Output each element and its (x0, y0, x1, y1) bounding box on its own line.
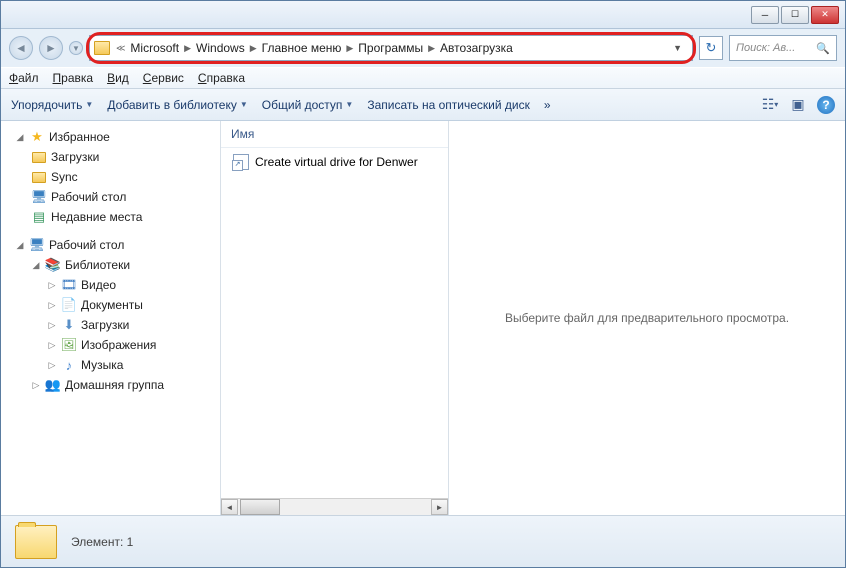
menu-edit[interactable]: Правка (53, 71, 94, 85)
search-placeholder: Поиск: Ав... (736, 42, 795, 54)
document-icon: 📄 (61, 297, 77, 313)
crumb-mainmenu[interactable]: Главное меню (259, 39, 345, 57)
folder-icon (94, 41, 110, 55)
collapse-icon[interactable]: ◢ (15, 240, 25, 251)
close-button[interactable]: ✕ (811, 6, 839, 24)
toolbar-overflow[interactable]: » (544, 98, 551, 112)
status-text: Элемент: 1 (71, 535, 133, 549)
preview-pane-button[interactable]: ▣ (789, 96, 807, 114)
sidebar-music[interactable]: ▷ ♪ Музыка (1, 355, 220, 375)
collapse-icon[interactable]: ◢ (31, 260, 41, 271)
expand-icon[interactable]: ▷ (47, 300, 57, 311)
minimize-button[interactable]: ─ (751, 6, 779, 24)
maximize-button[interactable]: ☐ (781, 6, 809, 24)
menu-file[interactable]: Файл (9, 71, 39, 85)
history-dropdown[interactable]: ▼ (69, 41, 83, 55)
refresh-button[interactable]: ↻ (699, 36, 723, 60)
sidebar-sync[interactable]: Sync (1, 167, 220, 187)
sidebar-downloads2[interactable]: ▷ ⬇ Загрузки (1, 315, 220, 335)
file-list-pane: Имя Create virtual drive for Denwer ◄ ► (221, 121, 449, 515)
sidebar-recent[interactable]: ▤ Недавние места (1, 207, 220, 227)
chevron-right-icon[interactable]: ▶ (426, 43, 437, 54)
scroll-left-button[interactable]: ◄ (221, 499, 238, 515)
video-icon: 🎞 (61, 277, 77, 293)
desktop-icon: 🖥 (31, 189, 47, 205)
folder-icon (15, 525, 57, 559)
music-icon: ♪ (61, 357, 77, 373)
content-area: ◢ ★ Избранное Загрузки Sync 🖥 Рабочий ст… (1, 121, 845, 515)
sidebar-video[interactable]: ▷ 🎞 Видео (1, 275, 220, 295)
sidebar-desktop-root[interactable]: ◢ 🖥 Рабочий стол (1, 235, 220, 255)
recent-icon: ▤ (31, 209, 47, 225)
burn-button[interactable]: Записать на оптический диск (367, 98, 530, 112)
preview-placeholder: Выберите файл для предварительного просм… (505, 311, 789, 325)
menu-tools[interactable]: Сервис (143, 71, 184, 85)
homegroup-icon: 👥 (45, 377, 61, 393)
menu-view[interactable]: Вид (107, 71, 129, 85)
forward-button[interactable]: ► (39, 36, 63, 60)
address-dropdown[interactable]: ▼ (667, 43, 688, 53)
address-bar[interactable]: ≪ Microsoft ▶ Windows ▶ Главное меню ▶ П… (89, 35, 693, 61)
library-icon: 📚 (45, 257, 61, 273)
file-list[interactable]: Create virtual drive for Denwer (221, 148, 448, 498)
scroll-right-button[interactable]: ► (431, 499, 448, 515)
chevron-right-icon[interactable]: ▶ (248, 43, 259, 54)
titlebar: ─ ☐ ✕ (1, 1, 845, 29)
expand-icon[interactable]: ▷ (47, 280, 57, 291)
sidebar-homegroup[interactable]: ▷ 👥 Домашняя группа (1, 375, 220, 395)
help-icon[interactable]: ? (817, 96, 835, 114)
back-button[interactable]: ◄ (9, 36, 33, 60)
expand-icon[interactable]: ▷ (31, 380, 41, 391)
crumb-programs[interactable]: Программы (355, 39, 426, 57)
expand-icon[interactable]: ▷ (47, 360, 57, 371)
sidebar-documents[interactable]: ▷ 📄 Документы (1, 295, 220, 315)
desktop-icon: 🖥 (29, 237, 45, 253)
sidebar-images[interactable]: ▷ 🖼 Изображения (1, 335, 220, 355)
folder-icon (31, 169, 47, 185)
crumb-root-sep[interactable]: ≪ (114, 43, 127, 54)
sidebar-desktop[interactable]: 🖥 Рабочий стол (1, 187, 220, 207)
file-item[interactable]: Create virtual drive for Denwer (229, 152, 440, 172)
view-mode-button[interactable]: ☷▾ (761, 96, 779, 114)
image-icon: 🖼 (61, 337, 77, 353)
crumb-windows[interactable]: Windows (193, 39, 248, 57)
preview-pane: Выберите файл для предварительного просм… (449, 121, 845, 515)
chevron-right-icon[interactable]: ▶ (344, 43, 355, 54)
status-bar: Элемент: 1 (1, 515, 845, 567)
search-input[interactable]: Поиск: Ав... 🔍 (729, 35, 837, 61)
sidebar-favorites[interactable]: ◢ ★ Избранное (1, 127, 220, 147)
scroll-thumb[interactable] (240, 499, 280, 515)
column-header-name[interactable]: Имя (221, 121, 448, 148)
navbar: ◄ ► ▼ ≪ Microsoft ▶ Windows ▶ Главное ме… (1, 29, 845, 67)
sidebar-downloads[interactable]: Загрузки (1, 147, 220, 167)
expand-icon[interactable]: ▷ (47, 340, 57, 351)
add-library-button[interactable]: Добавить в библиотеку▼ (107, 98, 247, 112)
expand-icon[interactable]: ▷ (47, 320, 57, 331)
star-icon: ★ (29, 129, 45, 145)
crumb-microsoft[interactable]: Microsoft (127, 39, 182, 57)
navigation-pane: ◢ ★ Избранное Загрузки Sync 🖥 Рабочий ст… (1, 121, 221, 515)
horizontal-scrollbar[interactable]: ◄ ► (221, 498, 448, 515)
menubar: Файл Правка Вид Сервис Справка (1, 67, 845, 89)
file-name: Create virtual drive for Denwer (255, 155, 418, 169)
organize-button[interactable]: Упорядочить▼ (11, 98, 93, 112)
downloads-icon: ⬇ (61, 317, 77, 333)
sidebar-libraries[interactable]: ◢ 📚 Библиотеки (1, 255, 220, 275)
crumb-startup[interactable]: Автозагрузка (437, 39, 516, 57)
collapse-icon[interactable]: ◢ (15, 132, 25, 143)
chevron-right-icon[interactable]: ▶ (182, 43, 193, 54)
menu-help[interactable]: Справка (198, 71, 245, 85)
share-button[interactable]: Общий доступ▼ (262, 98, 354, 112)
shortcut-icon (233, 154, 249, 170)
explorer-window: ─ ☐ ✕ ◄ ► ▼ ≪ Microsoft ▶ Windows ▶ Глав… (0, 0, 846, 568)
toolbar: Упорядочить▼ Добавить в библиотеку▼ Общи… (1, 89, 845, 121)
folder-icon (31, 149, 47, 165)
search-icon[interactable]: 🔍 (816, 42, 830, 55)
